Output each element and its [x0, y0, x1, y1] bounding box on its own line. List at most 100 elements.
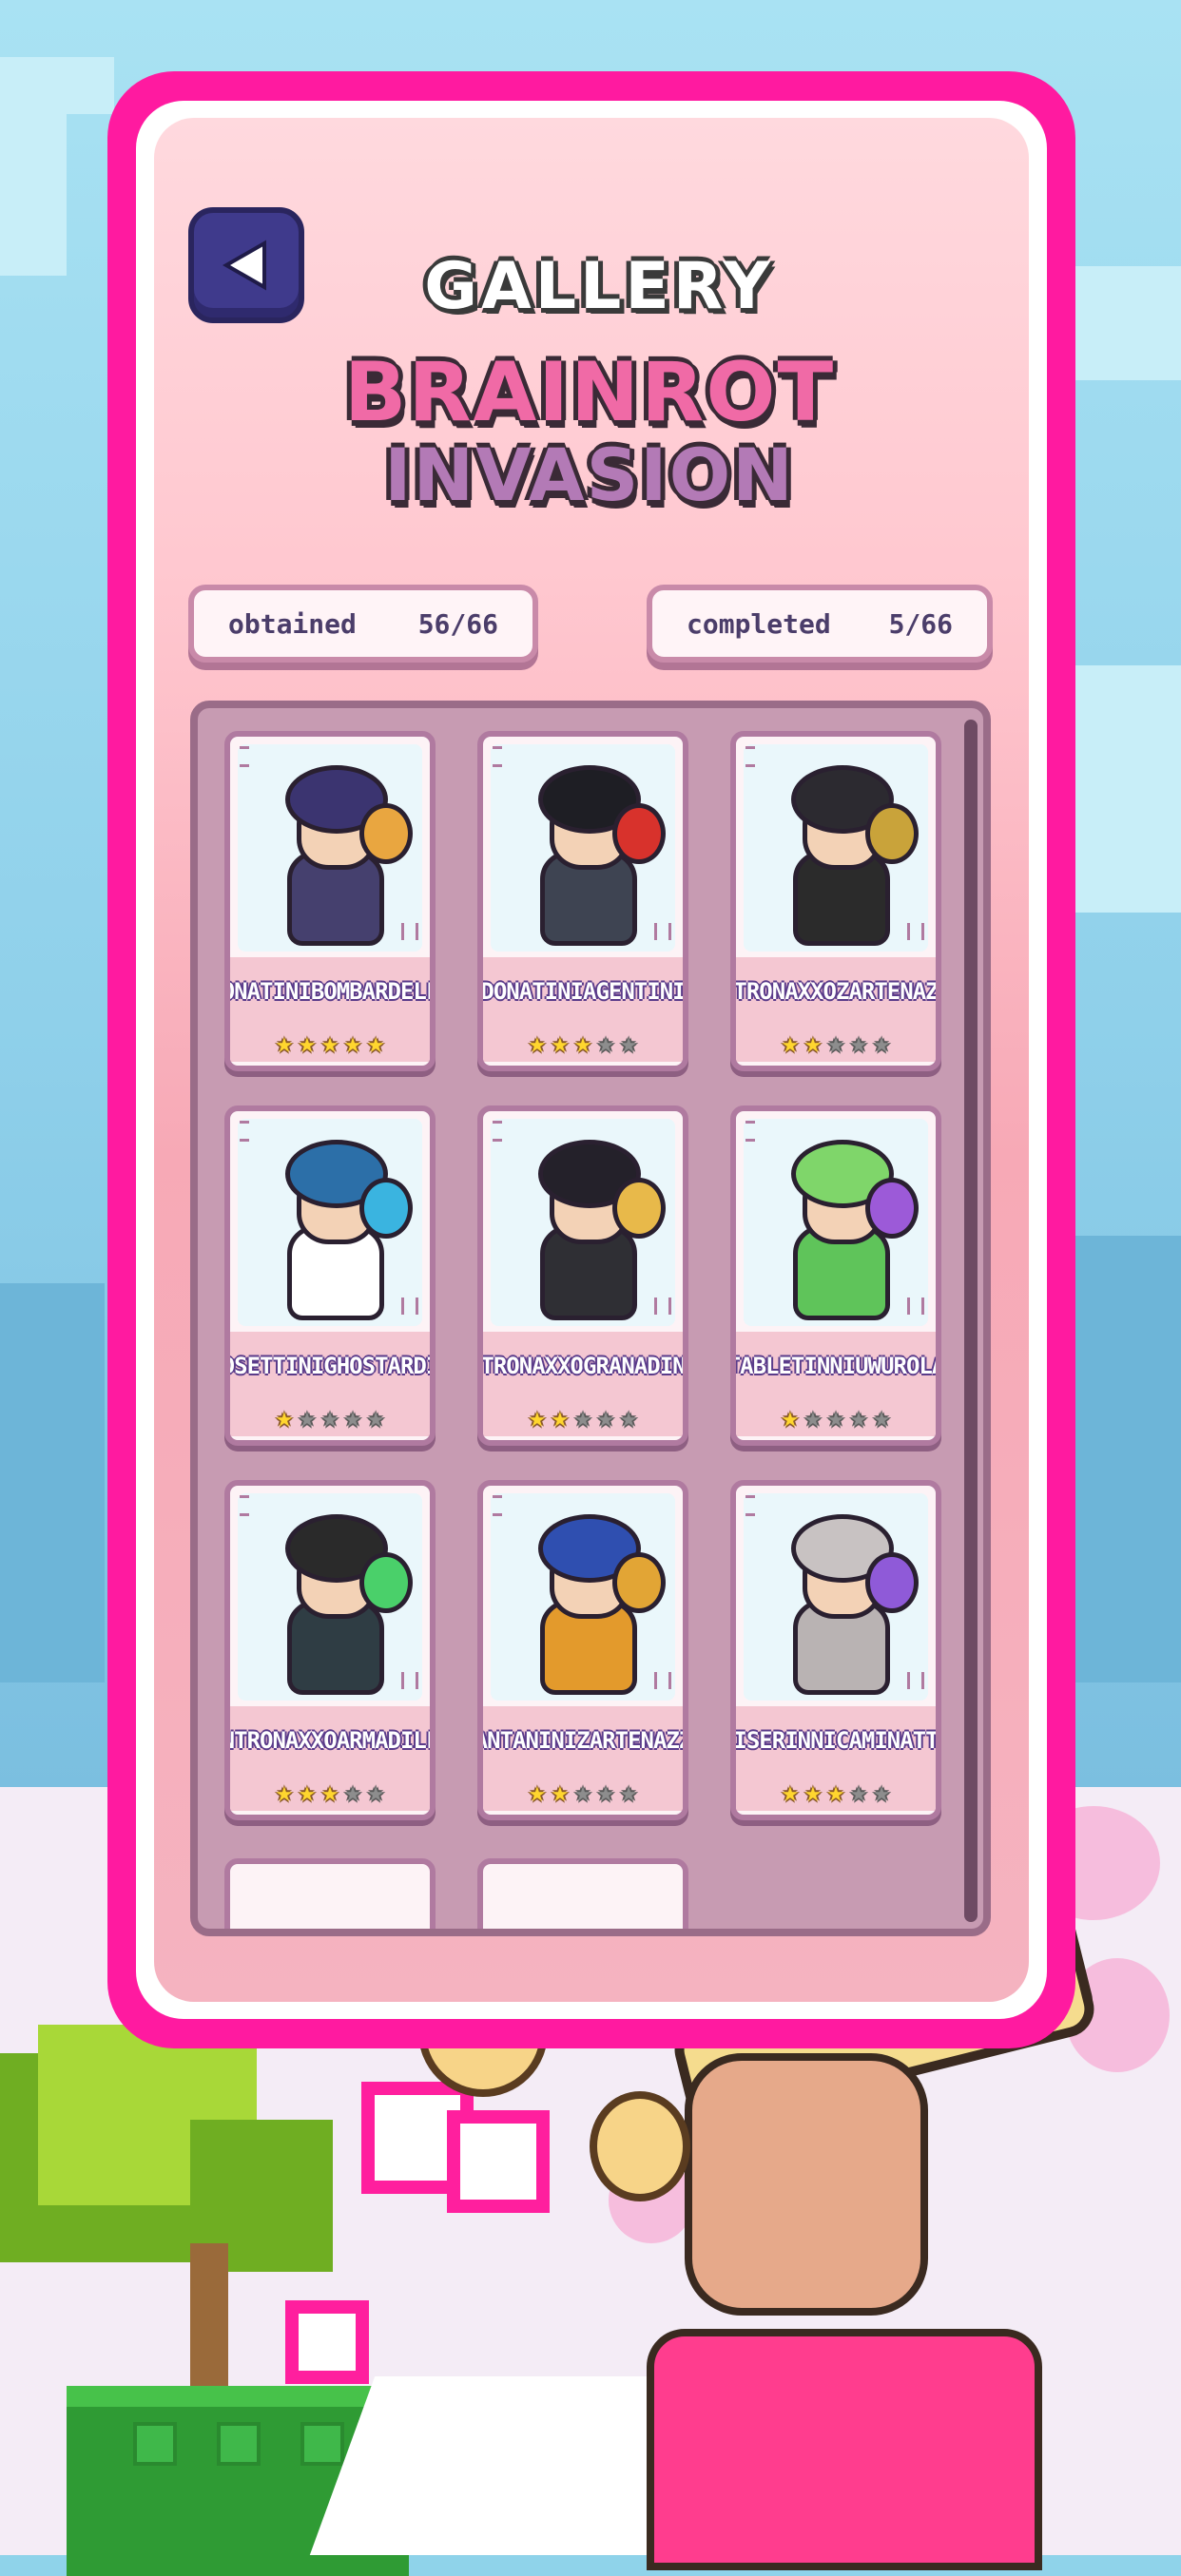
character-card[interactable]: DONATINIBOMBARDELLO★★★★★ [224, 731, 436, 1071]
character-card[interactable]: ANTRONAXXOARMADILLO★★★★★ [224, 1480, 436, 1820]
star-icon: ★ [551, 1401, 569, 1434]
star-icon: ★ [803, 1401, 822, 1434]
character-name-line2: CAMINATTA [836, 1727, 941, 1754]
cloud [1075, 665, 1181, 913]
star-icon: ★ [528, 1776, 546, 1809]
character-portrait [238, 1493, 422, 1701]
character-name-line1: JEDSETTINI [224, 1353, 324, 1379]
character-card[interactable]: TABLETINNI UWUROLA ★ ★ ★ ★ ★ [730, 1105, 941, 1446]
card-corner-mark [240, 1121, 249, 1142]
star-rating: ★ ★ ★ ★ ★ [483, 1400, 683, 1436]
character-card[interactable]: JEDSETTINIGHOSTARDINO★★★★★ [224, 1105, 436, 1446]
star-icon: ★ [620, 1401, 638, 1434]
character-accessory [359, 1178, 413, 1239]
star-icon: ★ [528, 1027, 546, 1060]
star-icon: ★ [275, 1401, 293, 1434]
star-rating: ★ ★ ★ ★ ★ [736, 1026, 936, 1062]
character-name: ANTRONAXXOGRANADINNA [483, 1332, 683, 1400]
star-icon: ★ [320, 1776, 339, 1809]
character-card[interactable]: YISERINNI CAMINATTA ★ ★ ★ ★ ★ [730, 1480, 941, 1820]
character-name-line2: GRANADINNA [583, 1353, 686, 1379]
character-accessory [612, 803, 666, 864]
character-name-line2: GHOSTARDINO [323, 1353, 430, 1379]
star-icon: ★ [850, 1776, 868, 1809]
trophy-icon [590, 2091, 690, 2201]
character-card[interactable]: ANTRONAXXOZARTENAZZO★★★★★ [730, 731, 941, 1071]
completed-counter: completed 5/66 [647, 585, 993, 663]
card-corner-mark [401, 1672, 418, 1689]
star-icon: ★ [320, 1027, 339, 1060]
character-name: SANTANINIZARTENAZZO [483, 1706, 683, 1775]
card-corner-mark [745, 1121, 755, 1142]
character-name: JEDSETTINIGHOSTARDINO [230, 1332, 430, 1400]
character-card[interactable]: SANTANINIZARTENAZZO★★★★★ [477, 1480, 688, 1820]
character-portrait [744, 1119, 928, 1326]
character-accessory [359, 1552, 413, 1613]
obtained-value: 56/66 [417, 607, 498, 640]
star-icon: ★ [803, 1027, 822, 1060]
star-icon: ★ [528, 1401, 546, 1434]
character-portrait [744, 1493, 928, 1701]
character-name-line1: TABLETINNI [730, 1353, 856, 1379]
star-icon: ★ [344, 1401, 362, 1434]
card-corner-mark [745, 746, 755, 767]
star-icon: ★ [298, 1027, 316, 1060]
character-portrait [238, 1119, 422, 1326]
character-portrait [491, 744, 675, 952]
card-corner-mark [745, 1495, 755, 1516]
star-icon: ★ [826, 1027, 845, 1060]
character-card[interactable]: DONATINI AGENTINI ★ ★ ★ ★ ★ [477, 731, 688, 1071]
pink-block [285, 2300, 369, 2384]
character-card[interactable]: ANTRONAXXOGRANADINNA★★★★★ [477, 1105, 688, 1446]
cloud [1075, 266, 1181, 380]
character-name-line2: UWUROLA [855, 1353, 941, 1379]
star-icon: ★ [826, 1401, 845, 1434]
star-icon: ★ [873, 1401, 891, 1434]
obtained-counter: obtained 56/66 [188, 585, 538, 663]
card-corner-mark [654, 1298, 671, 1315]
character-accessory [865, 1178, 919, 1239]
scrollbar[interactable] [964, 720, 978, 1922]
character-name: DONATINIBOMBARDELLO [230, 957, 430, 1026]
star-rating: ★ ★ ★ ★ ★ [230, 1026, 430, 1062]
character-name: ANTRONAXXOARMADILLO [230, 1706, 430, 1775]
card-partial[interactable] [224, 1858, 436, 1929]
cloud [1075, 1236, 1181, 1682]
star-rating: ★ ★ ★ ★ ★ [736, 1775, 936, 1811]
game-logo: BRAINROT INVASION [342, 352, 837, 542]
character-name-line1: YISERINNI [730, 1727, 837, 1754]
star-icon: ★ [573, 1401, 592, 1434]
card-grid[interactable]: DONATINIBOMBARDELLO★★★★★DONATINIAGENTINI… [190, 701, 991, 1936]
card-corner-mark [654, 923, 671, 940]
back-button[interactable] [188, 207, 304, 323]
card-corner-mark [493, 1495, 502, 1516]
character-name-line1: DONATINI [230, 978, 312, 1005]
card-corner-mark [240, 1495, 249, 1516]
star-icon: ★ [826, 1776, 845, 1809]
star-icon: ★ [850, 1027, 868, 1060]
star-rating: ★ ★ ★ ★ ★ [230, 1775, 430, 1811]
star-icon: ★ [597, 1027, 615, 1060]
character-portrait [491, 1119, 675, 1326]
star-icon: ★ [597, 1401, 615, 1434]
character-name-line2: AGENTINI [583, 978, 686, 1005]
character-name-line2: ZARTENAZZO [576, 1727, 683, 1754]
completed-value: 5/66 [888, 607, 953, 640]
card-corner-mark [493, 1121, 502, 1142]
star-icon: ★ [551, 1027, 569, 1060]
star-icon: ★ [367, 1776, 385, 1809]
star-icon: ★ [320, 1401, 339, 1434]
star-icon: ★ [781, 1776, 799, 1809]
star-icon: ★ [803, 1776, 822, 1809]
card-corner-mark [907, 923, 924, 940]
card-partial[interactable] [477, 1858, 688, 1929]
logo-line2: INVASION [384, 433, 795, 517]
star-icon: ★ [551, 1776, 569, 1809]
star-icon: ★ [275, 1776, 293, 1809]
character-accessory [865, 803, 919, 864]
star-icon: ★ [573, 1027, 592, 1060]
grass-stud [133, 2422, 177, 2466]
star-icon: ★ [344, 1027, 362, 1060]
character-name-line2: ARMADILLO [336, 1727, 430, 1754]
character-name: ANTRONAXXOZARTENAZZO [736, 957, 936, 1026]
